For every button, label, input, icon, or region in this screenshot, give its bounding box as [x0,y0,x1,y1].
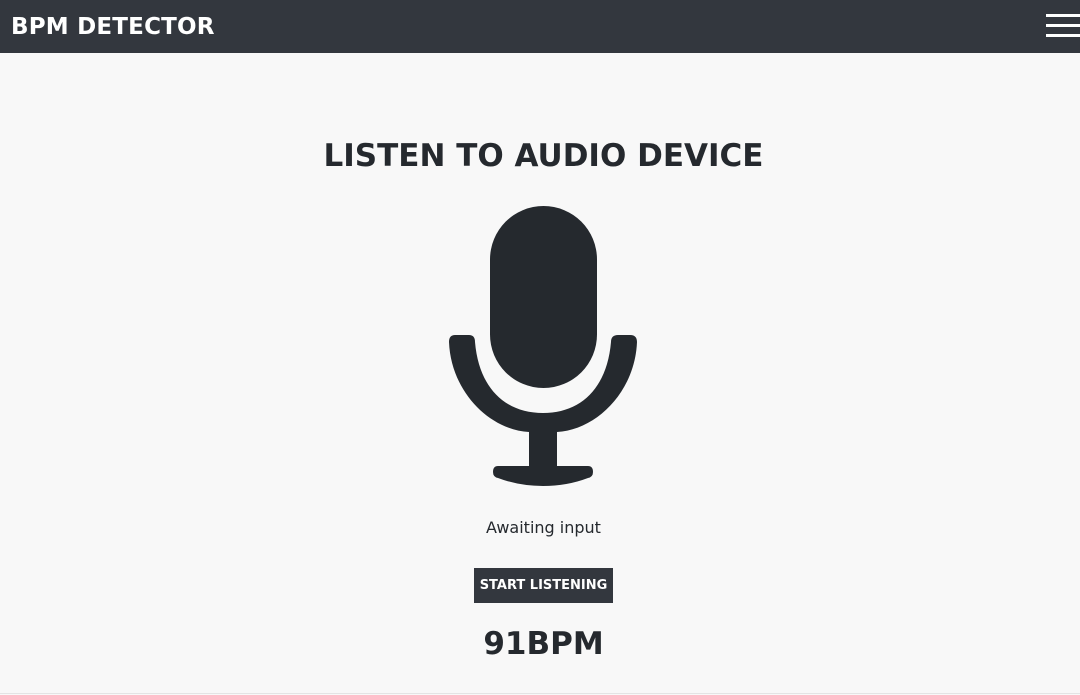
menu-bar [1046,24,1080,27]
app-brand[interactable]: BPM DETECTOR [11,12,215,42]
microphone-icon [449,206,637,486]
navbar: BPM DETECTOR [0,0,1080,53]
main-content: LISTEN TO AUDIO DEVICE Awaiting input ST… [0,53,1080,695]
bpm-readout: 91BPM [483,626,604,662]
start-listening-button[interactable]: START LISTENING [474,568,613,603]
divider [0,693,1080,694]
menu-bar [1046,14,1080,17]
menu-bar [1046,34,1080,37]
status-text: Awaiting input [486,518,601,537]
page-title: LISTEN TO AUDIO DEVICE [323,138,764,174]
hamburger-menu-icon[interactable] [1046,12,1080,40]
